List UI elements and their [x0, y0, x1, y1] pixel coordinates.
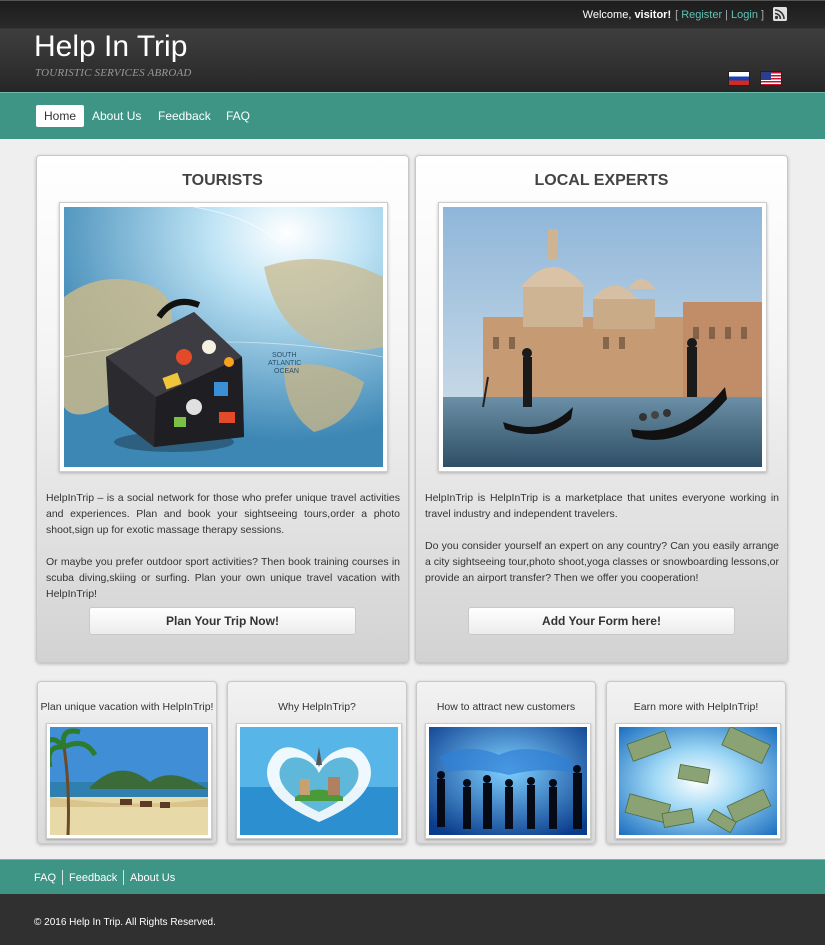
card-title[interactable]: Earn more with HelpInTrip!: [607, 701, 785, 713]
rss-icon[interactable]: [773, 7, 787, 21]
map-label-south: SOUTH: [272, 352, 297, 359]
site-title[interactable]: Help In Trip: [34, 30, 187, 64]
business-people-image: [429, 727, 587, 835]
flag-ru-icon[interactable]: [728, 71, 750, 86]
footer-divider: [123, 870, 124, 885]
card-earn-more[interactable]: Earn more with HelpInTrip!: [606, 681, 786, 844]
footer-link-feedback[interactable]: Feedback: [69, 871, 117, 885]
card-title[interactable]: Why HelpInTrip?: [228, 701, 406, 713]
local-experts-text-1: HelpInTrip is HelpInTrip is a marketplac…: [425, 492, 779, 520]
nav-faq[interactable]: FAQ: [218, 105, 258, 127]
login-link[interactable]: Login: [731, 9, 758, 21]
bracket-close: ]: [760, 9, 764, 21]
bracket-open: [: [675, 9, 679, 21]
local-experts-panel: LOCAL EXPERTS HelpInTrip is HelpInTrip i…: [415, 155, 788, 663]
main-nav: Home About Us Feedback FAQ: [0, 92, 825, 139]
suitcase-map-image: SOUTH ATLANTIC OCEAN: [64, 207, 383, 467]
local-experts-text-2: Do you consider yourself an expert on an…: [425, 540, 779, 584]
venice-gondola-image: [443, 207, 762, 467]
add-form-button[interactable]: Add Your Form here!: [468, 607, 735, 635]
footer-nav: FAQ Feedback About Us: [0, 859, 825, 894]
footer-divider: [62, 870, 63, 885]
nav-home[interactable]: Home: [36, 105, 85, 127]
card-thumb-heart[interactable]: [236, 723, 402, 839]
nav-about-us[interactable]: About Us: [84, 105, 149, 127]
card-plan-vacation[interactable]: Plan unique vacation with HelpInTrip!: [37, 681, 217, 844]
flag-us-icon[interactable]: [760, 71, 782, 86]
site-header: Welcome, visitor! [ Register | Login ] H…: [0, 0, 825, 92]
card-thumb-beach[interactable]: [46, 723, 212, 839]
card-why-helpintrip[interactable]: Why HelpInTrip?: [227, 681, 407, 844]
user-bar-separator: |: [725, 9, 729, 21]
copyright: © 2016 Help In Trip. All Rights Reserved…: [34, 917, 216, 928]
site-subtitle: TOURISTIC SERVICES ABROAD: [35, 67, 192, 79]
header-top-line: [0, 0, 825, 1]
tourists-photo: SOUTH ATLANTIC OCEAN: [59, 202, 388, 472]
register-link[interactable]: Register: [681, 9, 722, 21]
footer-link-faq[interactable]: FAQ: [34, 871, 56, 885]
footer-link-about-us[interactable]: About Us: [130, 871, 175, 885]
flying-money-image: [619, 727, 777, 835]
local-experts-photo: [438, 202, 767, 472]
site-footer: © 2016 Help In Trip. All Rights Reserved…: [0, 894, 825, 945]
user-bar: Welcome, visitor! [ Register | Login ]: [583, 7, 767, 23]
nav-feedback[interactable]: Feedback: [150, 105, 219, 127]
local-experts-heading: LOCAL EXPERTS: [534, 172, 669, 189]
card-title[interactable]: How to attract new customers: [417, 701, 595, 713]
card-thumb-money[interactable]: [615, 723, 781, 839]
tourists-panel: TOURISTS SOUTH ATLANTIC OCEAN HelpInTrip…: [36, 155, 409, 663]
visitor-name: visitor!: [634, 9, 672, 21]
card-attract-customers[interactable]: How to attract new customers: [416, 681, 596, 844]
map-label-ocean: OCEAN: [274, 368, 299, 375]
beach-image: [50, 727, 208, 835]
tourists-heading: TOURISTS: [182, 172, 263, 189]
map-label-atlantic: ATLANTIC: [268, 360, 301, 367]
tourists-text-1: HelpInTrip – is a social network for tho…: [46, 492, 400, 536]
welcome-text: Welcome,: [582, 9, 632, 21]
card-thumb-people[interactable]: [425, 723, 591, 839]
card-title[interactable]: Plan unique vacation with HelpInTrip!: [38, 701, 216, 713]
plan-trip-button[interactable]: Plan Your Trip Now!: [89, 607, 356, 635]
tourists-text-2: Or maybe you prefer outdoor sport activi…: [46, 556, 400, 600]
heart-island-image: [240, 727, 398, 835]
